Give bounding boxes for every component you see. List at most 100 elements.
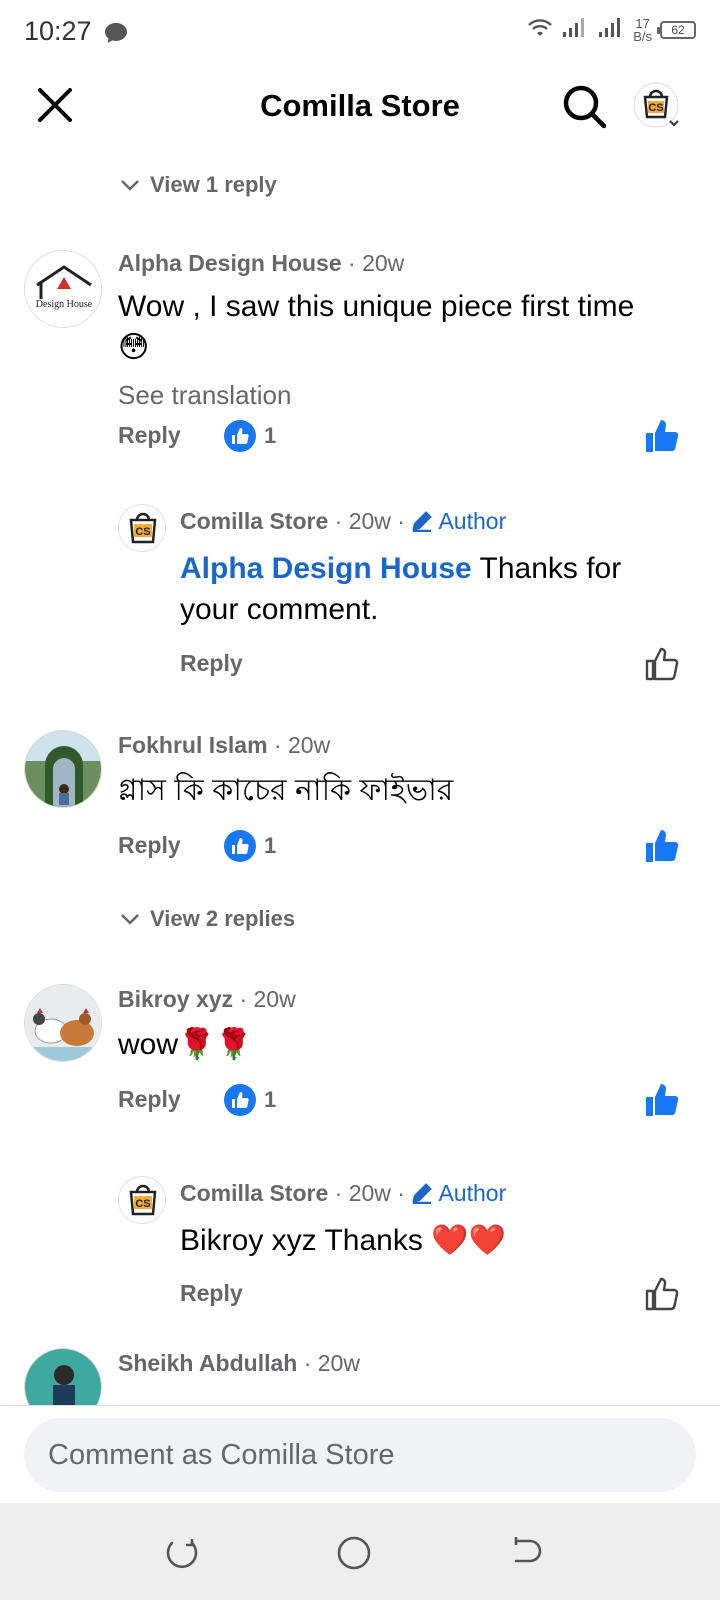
view-replies-label: View 1 reply [150, 172, 277, 197]
user-photo-icon [25, 731, 101, 807]
app-header: Comilla Store CS [0, 64, 720, 150]
comment-text-content: Wow , I saw this unique piece first time [118, 290, 635, 323]
comment-time: · 20w [303, 1350, 360, 1376]
reaction-count[interactable]: 1 [224, 830, 276, 862]
comment-time: · 20w [348, 250, 405, 276]
comment-text: Bikroy xyz Thanks ❤️❤️ [180, 1224, 506, 1257]
reply-item: CS Comilla Store · 20w · Author Bikroy x… [0, 1174, 720, 1344]
comment-input[interactable] [24, 1418, 696, 1492]
home-button[interactable] [334, 1533, 374, 1573]
author-badge-label: Author [438, 1180, 507, 1206]
like-count-value: 1 [264, 1087, 277, 1112]
comment-time: · 20w · [334, 508, 405, 534]
search-icon [563, 85, 607, 129]
comment-author[interactable]: Fokhrul Islam [118, 732, 268, 758]
back-button[interactable] [506, 1533, 546, 1573]
reaction-count[interactable]: 1 [224, 420, 276, 452]
view-replies-link[interactable]: View 1 reply [120, 172, 277, 198]
comment-item: Bikroy xyz · 20w wow🌹🌹 Reply 1 [0, 982, 720, 1132]
comment-time: · 20w [239, 986, 296, 1012]
wifi-icon [527, 16, 553, 43]
status-bar: 10:27 17 B/s 62 [0, 0, 720, 64]
view-replies-link[interactable]: View 2 replies [120, 906, 295, 932]
reaction-count[interactable]: 1 [224, 1084, 276, 1116]
like-count-value: 1 [264, 833, 277, 858]
comment-item: Fokhrul Islam · 20w গ্লাস কি কাচের নাকি … [0, 728, 720, 878]
like-button[interactable] [644, 646, 680, 682]
battery-indicator: 62 [657, 20, 696, 39]
comments-feed: View 1 reply Design House Alpha Design H… [0, 150, 720, 1405]
search-button[interactable] [560, 82, 608, 130]
comment-author[interactable]: Comilla Store [180, 1180, 328, 1206]
avatar[interactable]: CS [118, 1176, 166, 1224]
chat-notification-icon [104, 22, 128, 49]
recent-apps-button[interactable] [162, 1533, 202, 1573]
alpha-design-house-logo-icon: Design House [25, 251, 101, 327]
comment-author[interactable]: Alpha Design House [118, 250, 342, 276]
thumbs-up-filled-icon [646, 830, 679, 862]
recent-apps-icon [166, 1539, 198, 1569]
mention-link[interactable]: Alpha Design House [180, 552, 472, 585]
thumbs-up-filled-icon [646, 1084, 679, 1116]
comment-time: · 20w [273, 732, 331, 758]
comment-meta: Comilla Store · 20w · Author [180, 1180, 506, 1207]
comment-meta: Fokhrul Islam · 20w [118, 732, 330, 759]
reply-button[interactable]: Reply [118, 832, 181, 859]
author-badge: Author [411, 508, 506, 534]
comment-author[interactable]: Bikroy xyz [118, 986, 233, 1012]
back-icon [514, 1537, 542, 1563]
comment-text: wow🌹🌹 [118, 1028, 253, 1061]
comment-author[interactable]: Comilla Store [180, 508, 328, 534]
profile-switcher-button[interactable]: CS [632, 81, 684, 133]
comment-text: Wow , I saw this unique piece first time… [118, 286, 688, 368]
thumbs-up-badge-icon [224, 420, 256, 452]
status-time: 10:27 [24, 16, 92, 46]
thumbs-up-badge-icon [224, 1084, 256, 1116]
comment-author[interactable]: Sheikh Abdullah [118, 1350, 297, 1376]
like-button[interactable] [644, 418, 680, 454]
comment-meta: Comilla Store · 20w · Author [180, 508, 506, 535]
reply-button[interactable]: Reply [118, 1086, 181, 1113]
svg-text:CS: CS [135, 1198, 150, 1210]
author-badge: Author [411, 1180, 506, 1206]
avatar[interactable]: Design House [24, 250, 102, 328]
avatar[interactable] [24, 984, 102, 1062]
status-icons: 17 B/s 62 [527, 16, 696, 43]
comment-time: · 20w · [334, 1180, 405, 1206]
comment-meta: Sheikh Abdullah · 20w [118, 1350, 360, 1377]
chevron-down-icon [121, 914, 139, 925]
reply-button[interactable]: Reply [180, 650, 243, 677]
reply-item: CS Comilla Store · 20w · Author Alpha De… [0, 502, 720, 692]
network-speed-value: 17 [635, 15, 650, 31]
page-title: Comilla Store [260, 88, 460, 123]
avatar[interactable] [24, 730, 102, 808]
svg-text:CS: CS [135, 526, 150, 538]
chevron-down-icon [121, 180, 139, 191]
comilla-store-logo-icon: CS [119, 1177, 165, 1223]
comment-text: Alpha Design House Thanks for your comme… [180, 548, 680, 630]
comment-item: Sheikh Abdullah · 20w [0, 1346, 720, 1405]
like-button[interactable] [644, 1082, 680, 1118]
battery-level: 62 [671, 22, 685, 37]
like-count-value: 1 [264, 423, 277, 448]
network-speed-unit: B/s [633, 28, 652, 44]
reply-button[interactable]: Reply [180, 1280, 243, 1307]
comilla-store-logo-icon: CS [119, 505, 165, 551]
svg-text:Design House: Design House [36, 299, 93, 310]
like-button[interactable] [644, 828, 680, 864]
home-circle-icon [337, 1536, 371, 1570]
view-replies-label: View 2 replies [150, 906, 296, 931]
user-photo-icon [25, 1349, 101, 1405]
signal-2-icon [597, 16, 625, 43]
comment-text: গ্লাস কি কাচের নাকি ফাইভার [118, 774, 454, 807]
see-translation-link[interactable]: See translation [118, 380, 291, 411]
pencil-icon [412, 1183, 433, 1205]
reply-button[interactable]: Reply [118, 422, 181, 449]
comment-meta: Alpha Design House · 20w [118, 250, 404, 277]
thumbs-up-badge-icon [224, 830, 256, 862]
avatar[interactable]: CS [118, 504, 166, 552]
avatar[interactable] [24, 1348, 102, 1405]
author-badge-label: Author [438, 508, 507, 534]
like-button[interactable] [644, 1276, 680, 1312]
flushed-face-emoji: 😳 [118, 331, 150, 364]
